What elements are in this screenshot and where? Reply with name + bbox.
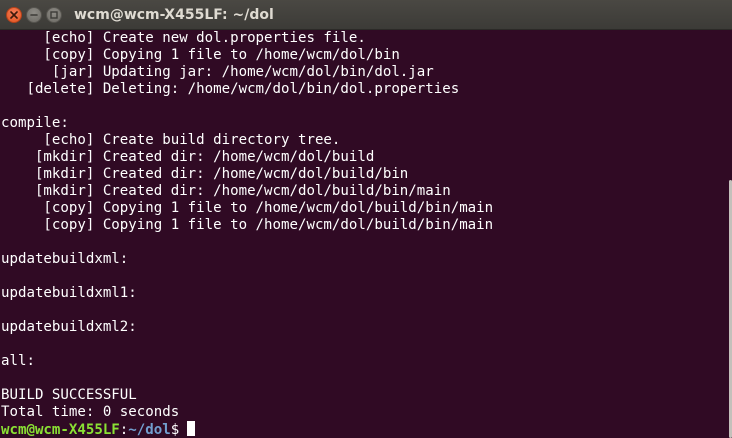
terminal-line: Total time: 0 seconds [1,404,180,420]
terminal-line: BUILD SUCCESSFUL [1,387,137,403]
window-title: wcm@wcm-X455LF: ~/dol [74,7,274,23]
terminal-line: [copy] Copying 1 file to /home/wcm/dol/b… [1,47,400,63]
terminal-line: compile: [1,115,69,131]
scrollbar[interactable] [726,30,732,438]
terminal-line: [mkdir] Created dir: /home/wcm/dol/build… [1,166,409,182]
close-button[interactable] [6,7,22,23]
terminal-line: [mkdir] Created dir: /home/wcm/dol/build… [1,183,451,199]
maximize-icon [50,11,58,19]
terminal-line: [echo] Create build directory tree. [1,132,341,148]
text-cursor [187,421,196,436]
terminal-line: [copy] Copying 1 file to /home/wcm/dol/b… [1,200,494,216]
terminal-line: updatebuildxml: [1,251,129,267]
terminal-line: updatebuildxml1: [1,285,137,301]
terminal-window: wcm@wcm-X455LF: ~/dol [echo] Create new … [0,0,732,438]
prompt-symbol: $ [170,422,180,438]
terminal-lines: [echo] Create new dol.properties file. [… [1,30,493,438]
terminal-line: [mkdir] Created dir: /home/wcm/dol/build [1,149,375,165]
terminal-line: all: [1,353,35,369]
minimize-icon [30,14,38,16]
close-icon [10,11,18,19]
terminal-line: updatebuildxml2: [1,319,137,335]
terminal-output-area[interactable]: [echo] Create new dol.properties file. [… [0,30,726,438]
prompt-path: ~/dol [128,422,171,438]
prompt-user-host: wcm@wcm-X455LF [1,422,120,438]
minimize-button[interactable] [26,7,42,23]
title-bar[interactable]: wcm@wcm-X455LF: ~/dol [0,0,732,30]
terminal-line: [delete] Deleting: /home/wcm/dol/bin/dol… [1,81,460,97]
terminal-line: [jar] Updating jar: /home/wcm/dol/bin/do… [1,64,434,80]
maximize-button[interactable] [46,7,62,23]
terminal-line: [copy] Copying 1 file to /home/wcm/dol/b… [1,217,494,233]
shell-prompt-line[interactable]: wcm@wcm-X455LF:~/dol$ [1,421,493,438]
terminal-line: [echo] Create new dol.properties file. [1,30,366,46]
